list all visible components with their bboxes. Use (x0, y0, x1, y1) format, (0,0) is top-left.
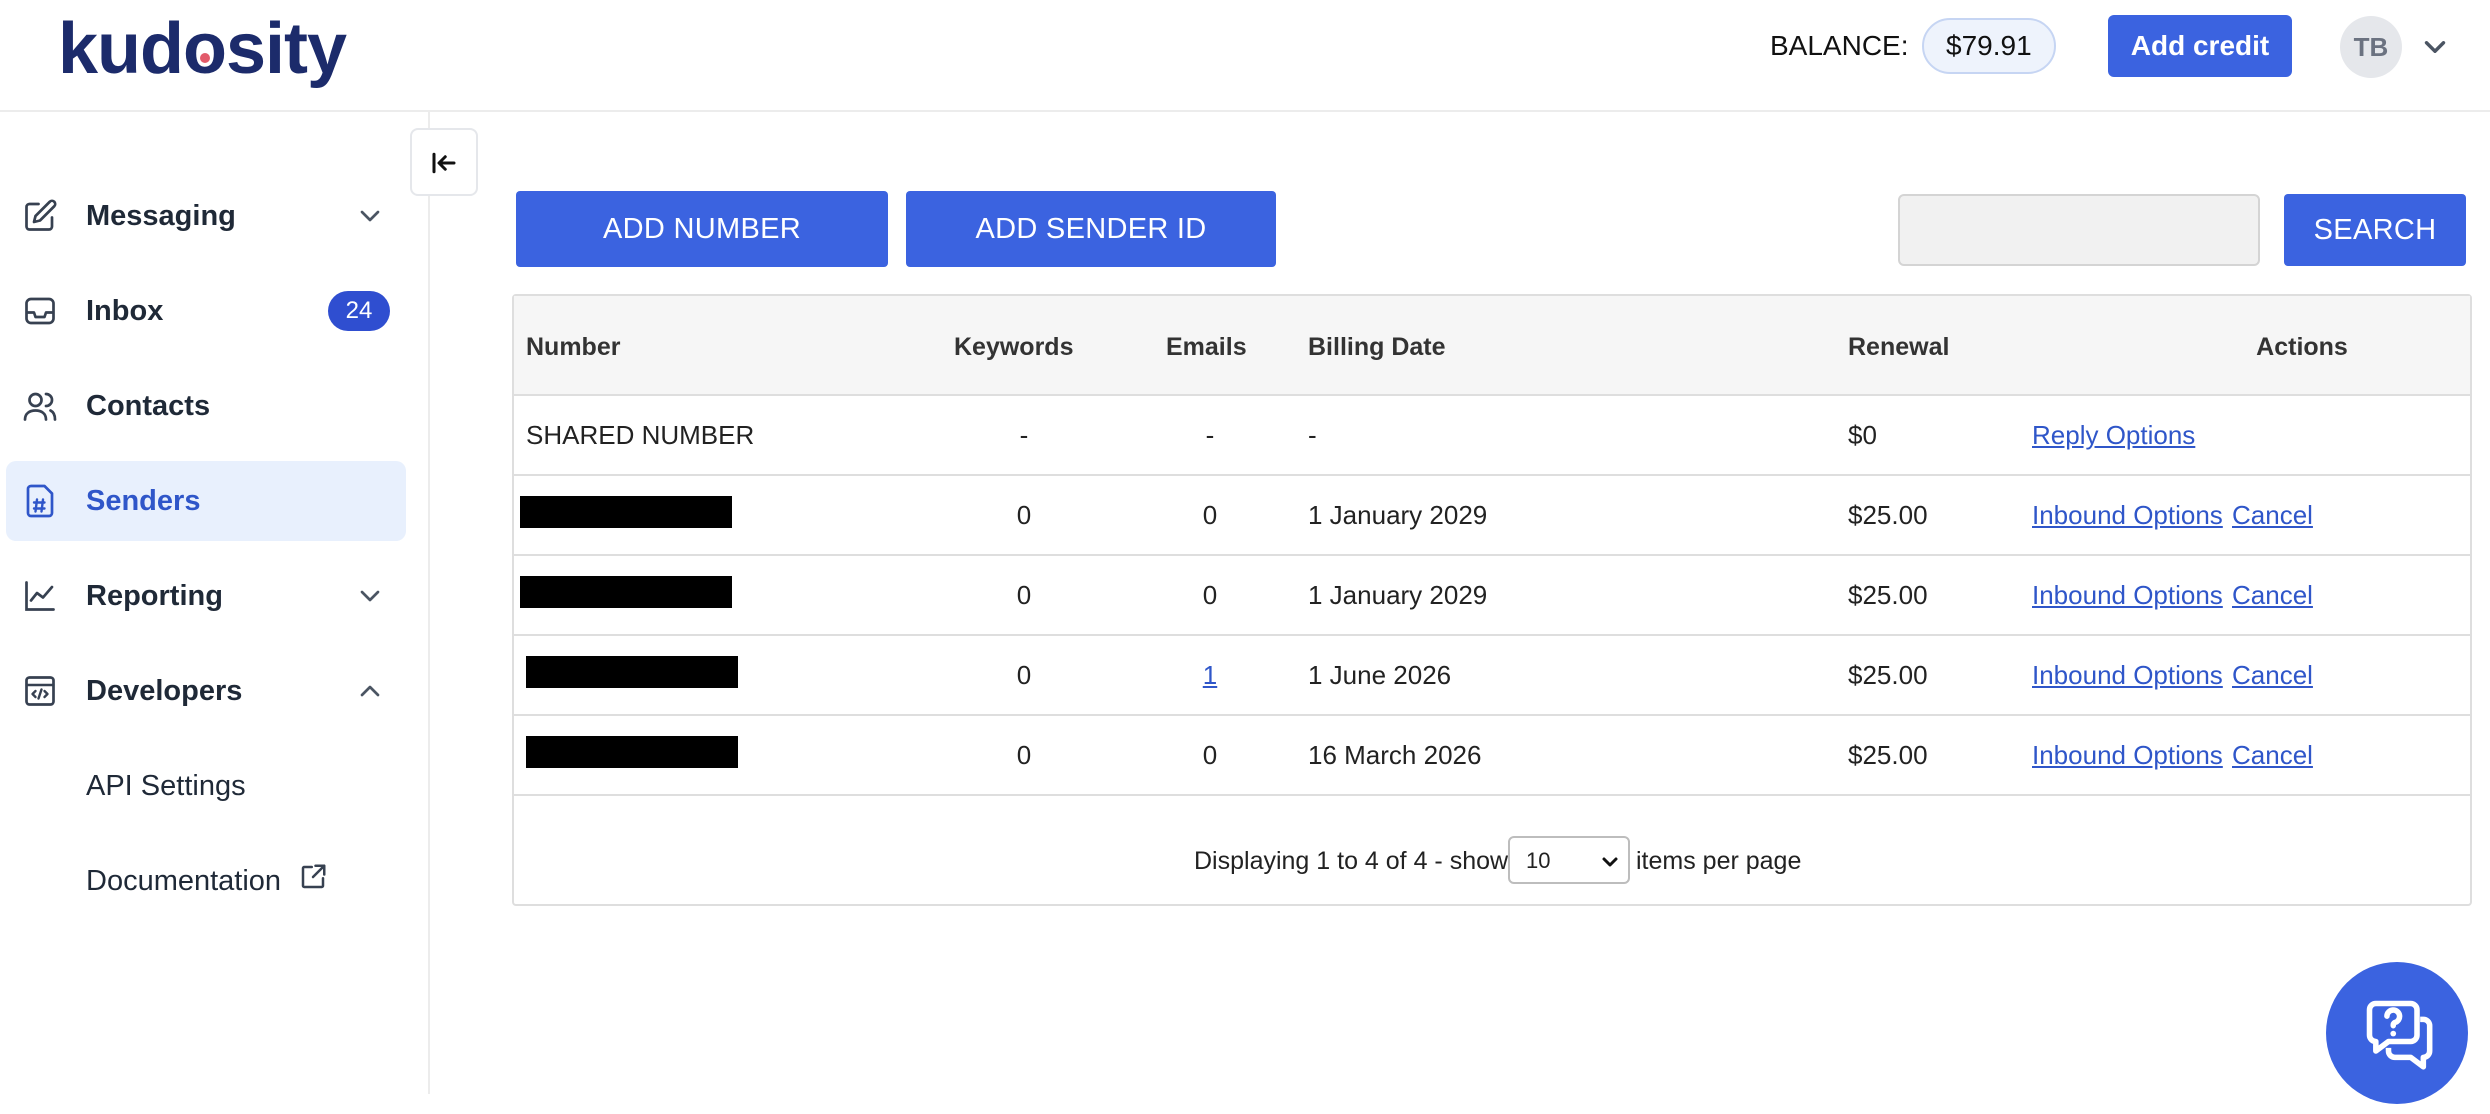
cancel-link[interactable]: Cancel (2232, 498, 2313, 532)
inbound-options-link[interactable]: Inbound Options (2032, 738, 2223, 772)
column-header-number[interactable]: Number (526, 332, 620, 362)
cell-billing-date: - (1308, 420, 1317, 450)
inbox-icon (25, 297, 55, 325)
sidebar-item-inbox[interactable]: Inbox 24 (6, 271, 406, 351)
emails-count-link[interactable]: 1 (1170, 658, 1250, 692)
column-header-actions: Actions (2256, 333, 2348, 361)
redacted-number (520, 576, 732, 608)
table-row: 0 0 16 March 2026 $25.00 Inbound Options… (514, 716, 2470, 796)
cell-emails: 0 (1202, 580, 1218, 610)
cell-billing-date: 1 June 2026 (1308, 660, 1452, 690)
kudosity-logo[interactable]: kudosity (58, 4, 347, 94)
chevron-down-icon (360, 210, 380, 222)
column-header-renewal[interactable]: Renewal (1848, 332, 1949, 362)
add-credit-button[interactable]: Add credit (2108, 15, 2292, 77)
sidebar-item-senders[interactable]: Senders (6, 461, 406, 541)
sidebar-subitem-api-settings[interactable]: API Settings (86, 766, 246, 806)
help-chat-button[interactable] (2326, 962, 2468, 1104)
senders-icon (26, 484, 54, 518)
sidebar-item-contacts[interactable]: Contacts (6, 366, 406, 446)
add-sender-id-button[interactable]: ADD SENDER ID (906, 191, 1276, 267)
table-row: 0 0 1 January 2029 $25.00 Inbound Option… (514, 556, 2470, 636)
sidebar-item-label: Messaging (86, 200, 236, 232)
chevron-down-icon (1602, 857, 1618, 867)
cell-number: SHARED NUMBER (526, 420, 755, 450)
inbound-options-link[interactable]: Inbound Options (2032, 658, 2223, 692)
cancel-link[interactable]: Cancel (2232, 578, 2313, 612)
cell-keywords: 0 (1016, 740, 1032, 770)
sidebar-item-reporting[interactable]: Reporting (6, 556, 406, 636)
cell-renewal: $0 (1848, 420, 1877, 450)
cancel-link[interactable]: Cancel (2232, 658, 2313, 692)
redacted-number (526, 736, 738, 768)
sidebar-item-label: Developers (86, 675, 243, 707)
sidebar-item-messaging[interactable]: Messaging (6, 176, 406, 256)
edit-icon (25, 199, 57, 231)
table-row: 0 0 1 January 2029 $25.00 Inbound Option… (514, 476, 2470, 556)
chart-line-icon (25, 581, 55, 611)
chevron-down-icon[interactable] (2418, 30, 2452, 64)
per-page-value: 10 (1526, 848, 1551, 873)
cell-billing-date: 1 January 2029 (1308, 580, 1488, 610)
sidebar-item-label: Inbox (86, 295, 164, 327)
cell-renewal: $25.00 (1848, 660, 1928, 690)
senders-table: Number Keywords Emails Billing Date Rene… (512, 294, 2472, 906)
pagination-footer: Displaying 1 to 4 of 4 - show 10 items p… (514, 816, 2470, 906)
collapse-sidebar-button[interactable] (410, 128, 478, 196)
cell-keywords: 0 (1016, 580, 1032, 610)
cell-keywords: - (1019, 420, 1029, 450)
cancel-link[interactable]: Cancel (2232, 738, 2313, 772)
cell-keywords: 0 (1016, 660, 1032, 690)
sidebar-item-label: Senders (86, 485, 201, 517)
contacts-icon (23, 392, 57, 421)
cell-renewal: $25.00 (1848, 580, 1928, 610)
sidebar-item-label: Reporting (86, 580, 223, 612)
column-header-billing-date[interactable]: Billing Date (1308, 332, 1446, 362)
inbound-options-link[interactable]: Inbound Options (2032, 578, 2223, 612)
search-button[interactable]: SEARCH (2284, 194, 2466, 266)
table-header: Number Keywords Emails Billing Date Rene… (514, 296, 2470, 396)
redacted-number (526, 656, 738, 688)
user-avatar[interactable]: TB (2340, 16, 2402, 78)
column-header-keywords[interactable]: Keywords (954, 332, 1073, 362)
cell-billing-date: 16 March 2026 (1308, 740, 1482, 770)
displaying-text: Displaying 1 to 4 of 4 - show (1194, 847, 1509, 875)
add-number-button[interactable]: ADD NUMBER (516, 191, 888, 267)
top-header: kudosity BALANCE: $79.91 Add credit TB (0, 0, 2490, 112)
cell-emails: - (1205, 420, 1215, 450)
help-chat-icon (2366, 1000, 2433, 1070)
chevron-down-icon (360, 590, 380, 602)
table-row: 0 1 1 June 2026 $25.00 Inbound Options C… (514, 636, 2470, 716)
reply-options-link[interactable]: Reply Options (2032, 418, 2195, 452)
code-window-icon (25, 676, 55, 706)
balance-label: BALANCE: (1770, 30, 1909, 61)
inbox-count-badge: 24 (328, 291, 390, 331)
redacted-number (520, 496, 732, 528)
sidebar-item-developers[interactable]: Developers (6, 651, 406, 731)
cell-billing-date: 1 January 2029 (1308, 500, 1488, 530)
table-row: SHARED NUMBER - - - $0 Reply Options (514, 396, 2470, 476)
cell-keywords: 0 (1016, 500, 1032, 530)
chevron-up-icon (360, 685, 380, 697)
cell-emails: 0 (1202, 740, 1218, 770)
external-link-icon (301, 864, 326, 889)
cell-emails: 0 (1202, 500, 1218, 530)
cell-renewal: $25.00 (1848, 500, 1928, 530)
sidebar-item-label: Contacts (86, 390, 211, 422)
sidebar-subitem-documentation[interactable]: Documentation (86, 861, 281, 901)
column-header-emails[interactable]: Emails (1166, 332, 1247, 362)
collapse-left-icon (432, 152, 456, 174)
inbound-options-link[interactable]: Inbound Options (2032, 498, 2223, 532)
items-per-page-text: items per page (1636, 847, 1802, 875)
items-per-page-select[interactable]: 10 (1508, 836, 1630, 884)
balance-value: $79.91 (1922, 18, 2056, 74)
search-input[interactable] (1898, 194, 2260, 266)
cell-renewal: $25.00 (1848, 740, 1928, 770)
